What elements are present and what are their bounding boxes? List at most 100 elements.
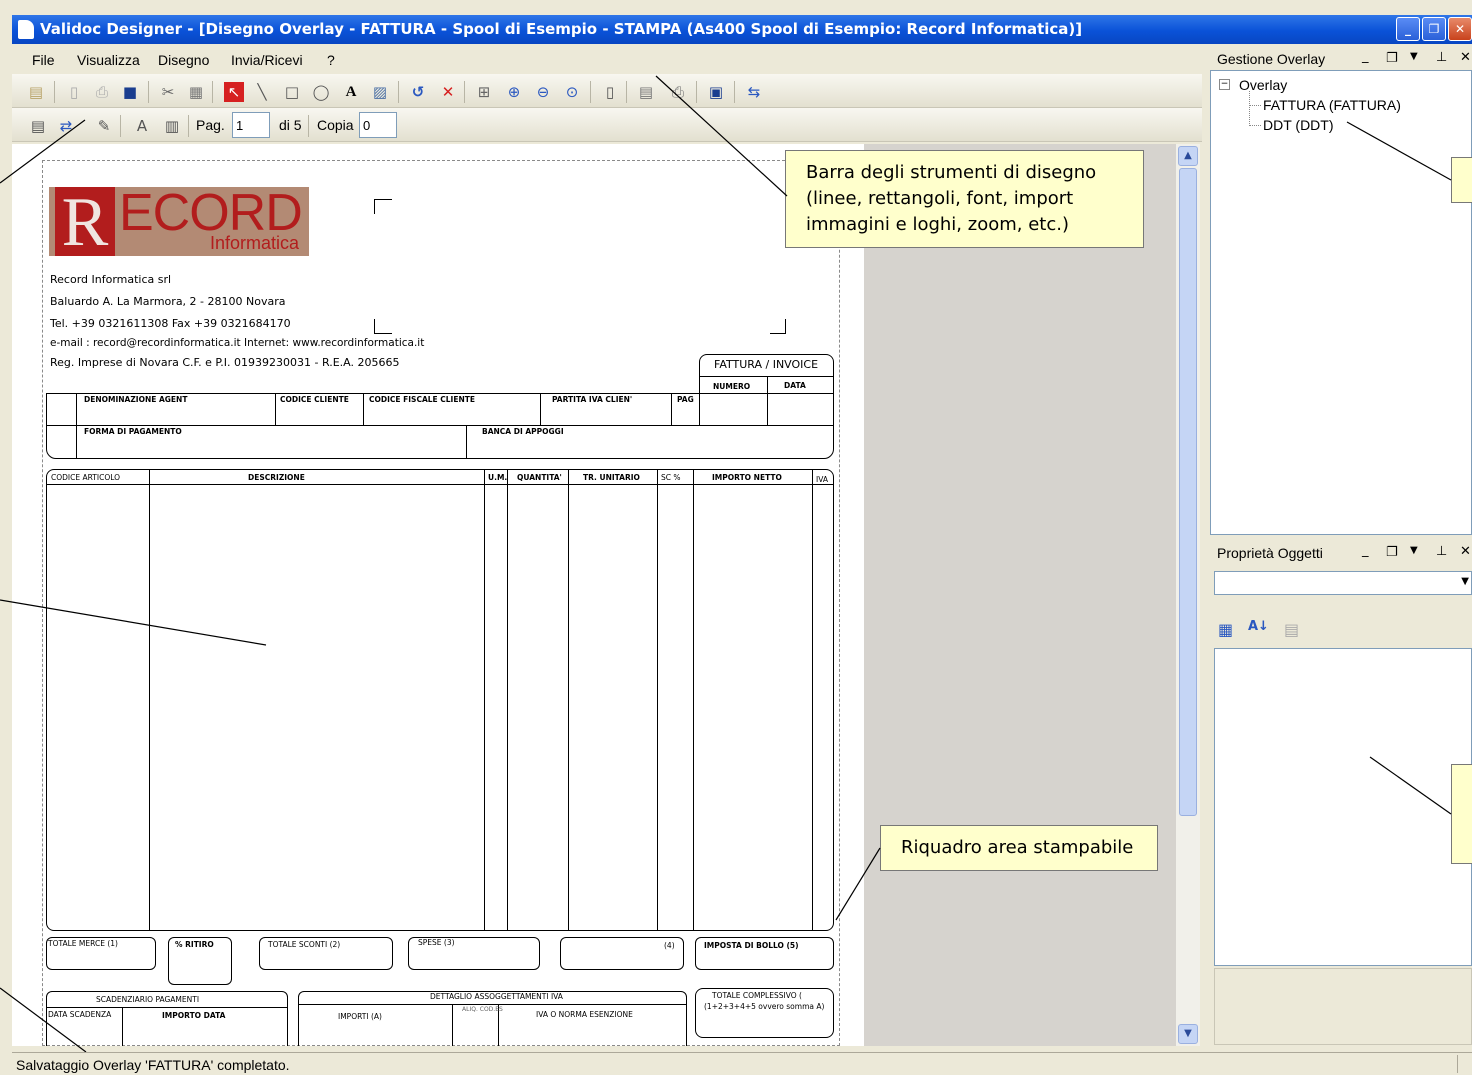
design-canvas[interactable]: R ECORD Informatica Record Informatica s… [12,144,1176,1046]
overlay-panel-title: Gestione Overlay [1217,51,1326,67]
col-vat: IVA [816,475,828,484]
zoom-reset-icon[interactable]: ⊙ [562,82,582,102]
panel-pin-icon[interactable]: ⊥ [1436,544,1447,559]
restore-button[interactable]: ❐ [1422,17,1446,41]
property-grid[interactable] [1214,648,1472,966]
zoom-fit-icon[interactable]: ⊞ [474,82,494,102]
select-pointer-icon[interactable]: ↖ [224,82,244,102]
corner-mark [374,199,392,214]
print-icon[interactable]: ⎙ [92,82,112,102]
ellipse-tool-icon[interactable]: ◯ [311,82,331,102]
overlay-page[interactable]: R ECORD Informatica Record Informatica s… [12,144,864,1046]
page-setup-icon[interactable]: ▥ [162,116,182,136]
window-title-bar: Validoc Designer - [Disegno Overlay - FA… [12,15,1472,44]
properties-panel-title: Proprietà Oggetti [1217,545,1323,561]
open-icon[interactable]: ▤ [26,82,46,102]
bank-header: BANCA DI APPOGGI [482,427,564,436]
corner-mark [770,319,786,334]
categorized-icon[interactable]: ▦ [1218,620,1233,639]
document-icon[interactable]: ▤ [28,116,48,136]
app-icon [18,20,34,39]
status-message: Salvataggio Overlay 'FATTURA' completato… [16,1057,290,1073]
tree-callout [1451,157,1472,203]
record-logo: R ECORD Informatica [49,187,309,256]
property-pages-icon[interactable]: ▤ [1284,620,1299,639]
menu-bar: File Visualizza Disegno Invia/Ricevi ? [12,45,1202,77]
close-button[interactable]: ✕ [1448,17,1472,41]
text-tool-icon[interactable]: A [341,82,361,102]
menu-file[interactable]: File [32,52,55,68]
panel-menu-icon[interactable]: ▼ [1410,545,1418,556]
corner-mark [374,319,392,334]
drawing-toolbar: ▤ ▯ ⎙ ■ ✂ ▦ ↖ ╲ □ ◯ A ▨ ↺ ✕ ⊞ ⊕ ⊖ ⊙ ▯ ▤ … [12,74,1202,108]
panel-close-icon[interactable]: ✕ [1460,50,1471,65]
zoom-out-icon[interactable]: ⊖ [533,82,553,102]
menu-disegno[interactable]: Disegno [158,52,209,68]
page-label: Pag. [196,117,225,133]
menu-help[interactable]: ? [327,52,335,68]
col-quantity: QUANTITA' [517,473,562,482]
line-tool-icon[interactable]: ╲ [252,82,272,102]
company-email: e-mail : record@recordinformatica.it Int… [50,337,425,349]
menu-visualizza[interactable]: Visualizza [77,52,140,68]
tree-item-ddt[interactable]: DDT (DDT) [1263,117,1334,133]
collapse-icon[interactable]: − [1219,79,1230,90]
menu-invia-ricevi[interactable]: Invia/Ricevi [231,52,303,68]
payment-method-header: FORMA DI PAGAMENTO [84,427,182,436]
font-icon[interactable]: A [132,116,152,136]
tree-root-overlay[interactable]: Overlay [1239,77,1287,93]
invoice-title: FATTURA / INVOICE [714,358,819,371]
property-description [1214,968,1472,1045]
print-area-callout: Riquadro area stampabile [880,825,1158,871]
vat-header: PARTITA IVA CLIEN' [552,395,633,404]
canvas-vertical-scrollbar[interactable]: ▲ ▼ [1176,144,1200,1046]
company-name: Record Informatica srl [50,273,172,286]
panel-float-icon[interactable]: ❐ [1386,545,1398,560]
rectangle-tool-icon[interactable]: □ [282,82,302,102]
col-net-amount: IMPORTO NETTO [712,473,782,482]
col-discount: SC % [661,473,681,482]
copy-number-input[interactable] [359,112,397,138]
edit-icon[interactable]: ✎ [94,116,114,136]
page-toolbar: ▤ ⇄ ✎ A ▥ Pag. di 5 Copia [12,108,1202,142]
scroll-thumb[interactable] [1179,168,1197,816]
tree-item-fattura[interactable]: FATTURA (FATTURA) [1263,97,1401,113]
panel-close-icon[interactable]: ✕ [1460,544,1471,559]
delete-icon[interactable]: ✕ [438,82,458,102]
data-header: DATA [784,381,806,390]
save-icon[interactable]: ■ [120,82,140,102]
object-selector-dropdown[interactable]: ▼ [1214,571,1472,595]
new-icon[interactable]: ▯ [64,82,84,102]
col-unit-price: TR. UNITARIO [583,473,640,482]
col-code: CODICE ARTICOLO [51,473,121,482]
scroll-up-icon[interactable]: ▲ [1178,146,1198,166]
toolbar-callout: Barra degli strumenti di disegno (linee,… [785,150,1144,248]
export-icon[interactable]: ▣ [706,82,726,102]
paste-icon[interactable]: ▦ [186,82,206,102]
company-address: Baluardo A. La Marmora, 2 - 28100 Novara [50,295,286,308]
properties-icon[interactable]: ▤ [636,82,656,102]
import-spool-icon[interactable]: ⇄ [56,116,76,136]
scroll-down-icon[interactable]: ▼ [1178,1024,1198,1044]
panel-float-icon[interactable]: ❐ [1386,51,1398,66]
zoom-in-icon[interactable]: ⊕ [504,82,524,102]
items-table [46,469,834,931]
panel-menu-icon[interactable]: ▼ [1410,51,1418,62]
send-icon[interactable]: ⇆ [744,82,764,102]
image-tool-icon[interactable]: ▨ [370,82,390,102]
customer-code-header: CODICE CLIENTE [280,395,349,404]
page-number-input[interactable] [232,112,270,138]
panel-minimize-icon[interactable]: _ [1362,543,1369,558]
col-um: U.M. [488,473,508,482]
undo-icon[interactable]: ↺ [408,82,428,102]
chevron-down-icon[interactable]: ▼ [1461,576,1469,587]
overlay-tree[interactable]: − Overlay FATTURA (FATTURA) DDT (DDT) [1210,70,1472,864]
sort-alpha-icon[interactable]: A↓ [1248,619,1269,634]
minimize-button[interactable]: _ [1396,17,1420,41]
panel-pin-icon[interactable]: ⊥ [1436,50,1447,65]
col-description: DESCRIZIONE [248,473,305,482]
preview-icon[interactable]: ⎙ [668,82,688,102]
cut-icon[interactable]: ✂ [158,82,178,102]
panel-minimize-icon[interactable]: _ [1362,49,1369,64]
page-icon[interactable]: ▯ [600,82,620,102]
